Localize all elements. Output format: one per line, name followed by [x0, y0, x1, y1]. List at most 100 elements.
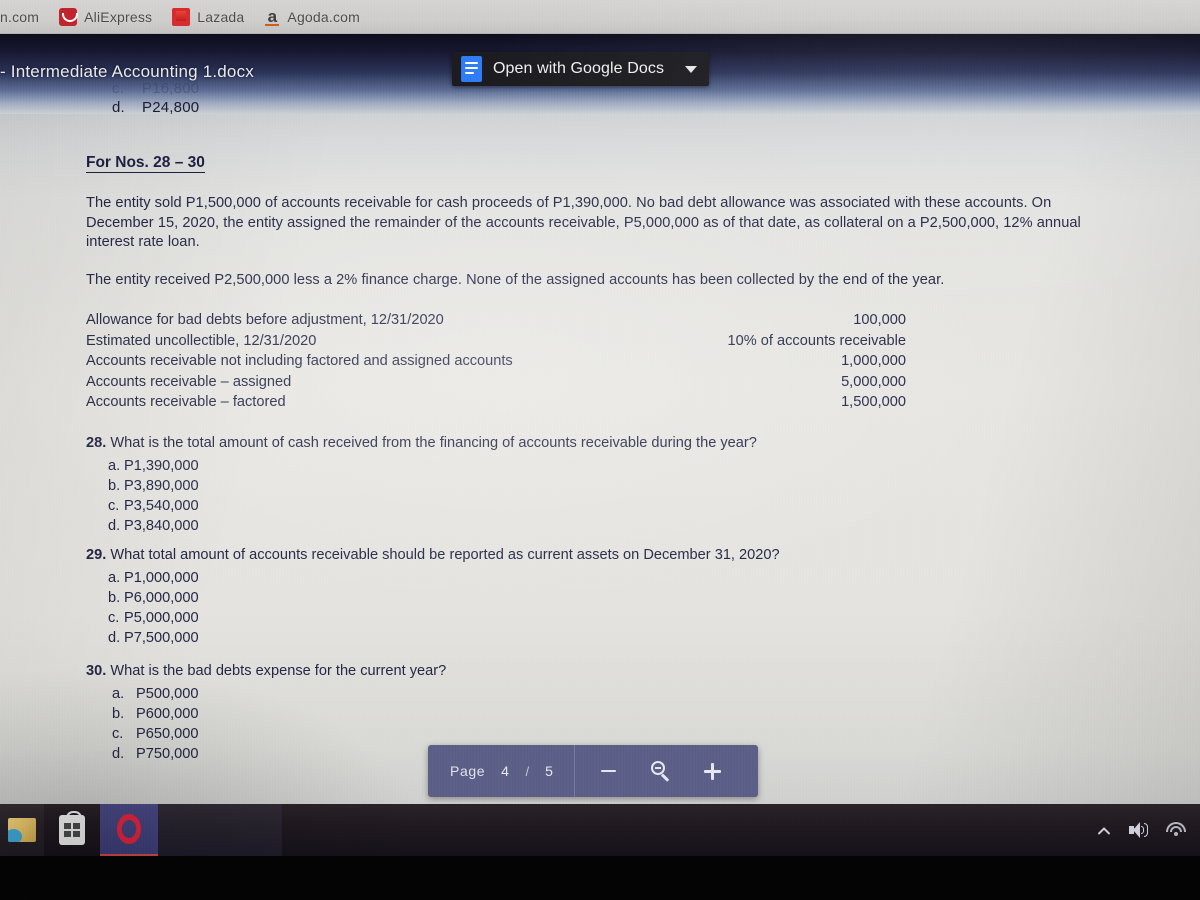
option-letter: d. — [108, 630, 121, 646]
option-d[interactable]: d. P3,840,000 — [86, 516, 757, 536]
show-hidden-icons-chevron[interactable] — [1098, 824, 1111, 837]
system-tray — [1098, 804, 1200, 856]
question-options: a. P1,390,000 b. P3,890,000 c. P3,540,00… — [86, 456, 757, 536]
option-letter: d. — [112, 746, 125, 762]
minus-icon — [601, 769, 617, 773]
agoda-icon: a — [264, 8, 280, 26]
option-a[interactable]: a. P1,390,000 — [86, 456, 757, 476]
option-d[interactable]: d. P750,000 — [86, 744, 446, 764]
question-number: 29. — [86, 547, 107, 563]
question-29: 29. What total amount of accounts receiv… — [86, 546, 780, 648]
question-28: 28. What is the total amount of cash rec… — [86, 434, 757, 536]
chevron-down-icon[interactable] — [685, 65, 698, 73]
section-heading: For Nos. 28 – 30 — [86, 154, 205, 174]
bookmark-label: n.com — [0, 9, 40, 25]
option-a[interactable]: a. P1,000,000 — [86, 568, 780, 588]
zoom-reset-button[interactable] — [649, 759, 673, 783]
open-with-label: Open with Google Docs — [493, 60, 665, 77]
table-row: Accounts receivable – assigned 5,000,000 — [86, 372, 906, 393]
page-separator: / — [525, 763, 530, 779]
zoom-in-button[interactable] — [701, 759, 725, 783]
bookmark-item-aliexpress[interactable]: AliExpress — [59, 8, 152, 26]
total-pages: 5 — [545, 763, 554, 779]
option-value: P5,000,000 — [124, 610, 199, 626]
volume-icon[interactable] — [1129, 822, 1148, 838]
option-letter: b. — [108, 478, 121, 494]
taskbar-item-blank-2[interactable] — [220, 804, 282, 856]
option-a[interactable]: a. P500,000 — [86, 684, 446, 704]
option-letter: c. — [112, 726, 124, 742]
microsoft-store-icon — [59, 811, 85, 845]
option-letter: d. — [108, 518, 121, 534]
network-wifi-icon[interactable] — [1166, 822, 1186, 838]
option-letter: a. — [108, 458, 121, 474]
current-page-input[interactable]: 4 — [501, 763, 509, 779]
zoom-controls-group — [575, 745, 747, 797]
option-value: P500,000 — [136, 686, 199, 702]
option-b[interactable]: b. P600,000 — [86, 704, 446, 724]
bookmark-label: Lazada — [197, 9, 245, 25]
magnifier-icon — [650, 761, 671, 782]
bookmark-item-ncom[interactable]: n.com — [0, 9, 39, 25]
option-value: P3,840,000 — [124, 518, 199, 534]
page-label: Page — [450, 763, 486, 779]
option-value: P650,000 — [136, 726, 199, 742]
aliexpress-icon — [59, 8, 79, 26]
scenario-paragraph-1: The entity sold P1,500,000 of accounts r… — [86, 195, 1081, 250]
question-body: What is the total amount of cash receive… — [110, 435, 757, 451]
taskbar-item-store[interactable] — [44, 804, 100, 856]
taskbar-item-blank-1[interactable] — [158, 804, 220, 856]
option-letter: c. — [108, 498, 120, 514]
bookmark-item-lazada[interactable]: Lazada — [172, 8, 244, 26]
question-text: 29. What total amount of accounts receiv… — [86, 546, 780, 565]
scenario-paragraph-2: The entity received P2,500,000 less a 2%… — [86, 272, 945, 288]
plus-icon — [704, 762, 722, 780]
option-c[interactable]: c. P3,540,000 — [86, 496, 757, 516]
option-d[interactable]: d. P7,500,000 — [86, 628, 780, 648]
question-text: 30. What is the bad debts expense for th… — [86, 662, 446, 681]
browser-bookmarks-bar: n.com AliExpress Lazada a Agoda.com — [0, 0, 1200, 34]
drive-file-title: - Intermediate Accounting 1.docx — [0, 62, 254, 81]
lazada-icon — [172, 8, 191, 26]
taskbar-item-opera[interactable] — [100, 804, 158, 856]
bookmark-label: Agoda.com — [287, 9, 361, 25]
taskbar-item-photos[interactable] — [0, 804, 44, 856]
question-number: 30. — [86, 663, 107, 679]
google-docs-icon — [461, 56, 482, 82]
option-b[interactable]: b. P6,000,000 — [86, 588, 780, 608]
question-number: 28. — [86, 435, 107, 451]
option-letter: b. — [108, 590, 121, 606]
option-value: P1,390,000 — [124, 458, 199, 474]
option-value: P7,500,000 — [124, 630, 199, 646]
option-letter: c. — [108, 610, 120, 626]
question-options: a. P1,000,000 b. P6,000,000 c. P5,000,00… — [86, 568, 780, 648]
figure-label: Estimated uncollectible, 12/31/2020 — [86, 332, 317, 349]
windows-taskbar — [0, 804, 1200, 856]
option-value: P3,540,000 — [124, 498, 199, 514]
option-value: P1,000,000 — [124, 570, 199, 586]
table-row: Accounts receivable not including factor… — [86, 351, 906, 372]
question-30: 30. What is the bad debts expense for th… — [86, 662, 446, 764]
option-value: P6,000,000 — [124, 590, 199, 606]
opera-browser-icon — [117, 814, 141, 844]
figure-value: 100,000 — [853, 312, 906, 328]
figures-table: Allowance for bad debts before adjustmen… — [86, 310, 906, 413]
figure-value: 1,500,000 — [841, 394, 906, 411]
open-with-google-docs-button[interactable]: Open with Google Docs — [452, 52, 710, 86]
bookmark-item-agoda[interactable]: a Agoda.com — [264, 8, 360, 26]
photos-icon — [8, 818, 36, 842]
zoom-out-button[interactable] — [597, 759, 621, 783]
option-c[interactable]: c. P5,000,000 — [86, 608, 780, 628]
option-c[interactable]: c. P650,000 — [86, 724, 446, 744]
figure-value: 1,000,000 — [841, 353, 906, 370]
table-row: Estimated uncollectible, 12/31/2020 10% … — [86, 331, 906, 352]
bookmark-label: AliExpress — [84, 9, 153, 25]
question-text: 28. What is the total amount of cash rec… — [86, 434, 757, 453]
question-options: a. P500,000 b. P600,000 c. P650,000 d. P… — [86, 684, 446, 764]
table-row: Allowance for bad debts before adjustmen… — [86, 310, 906, 331]
table-row: Accounts receivable – factored 1,500,000 — [86, 392, 906, 413]
option-letter: b. — [112, 706, 125, 722]
option-b[interactable]: b. P3,890,000 — [86, 476, 757, 496]
pdf-viewer-toolbar: Page 4 / 5 — [428, 745, 758, 797]
monitor-screen: n.com AliExpress Lazada a Agoda.com - In… — [0, 0, 1200, 900]
